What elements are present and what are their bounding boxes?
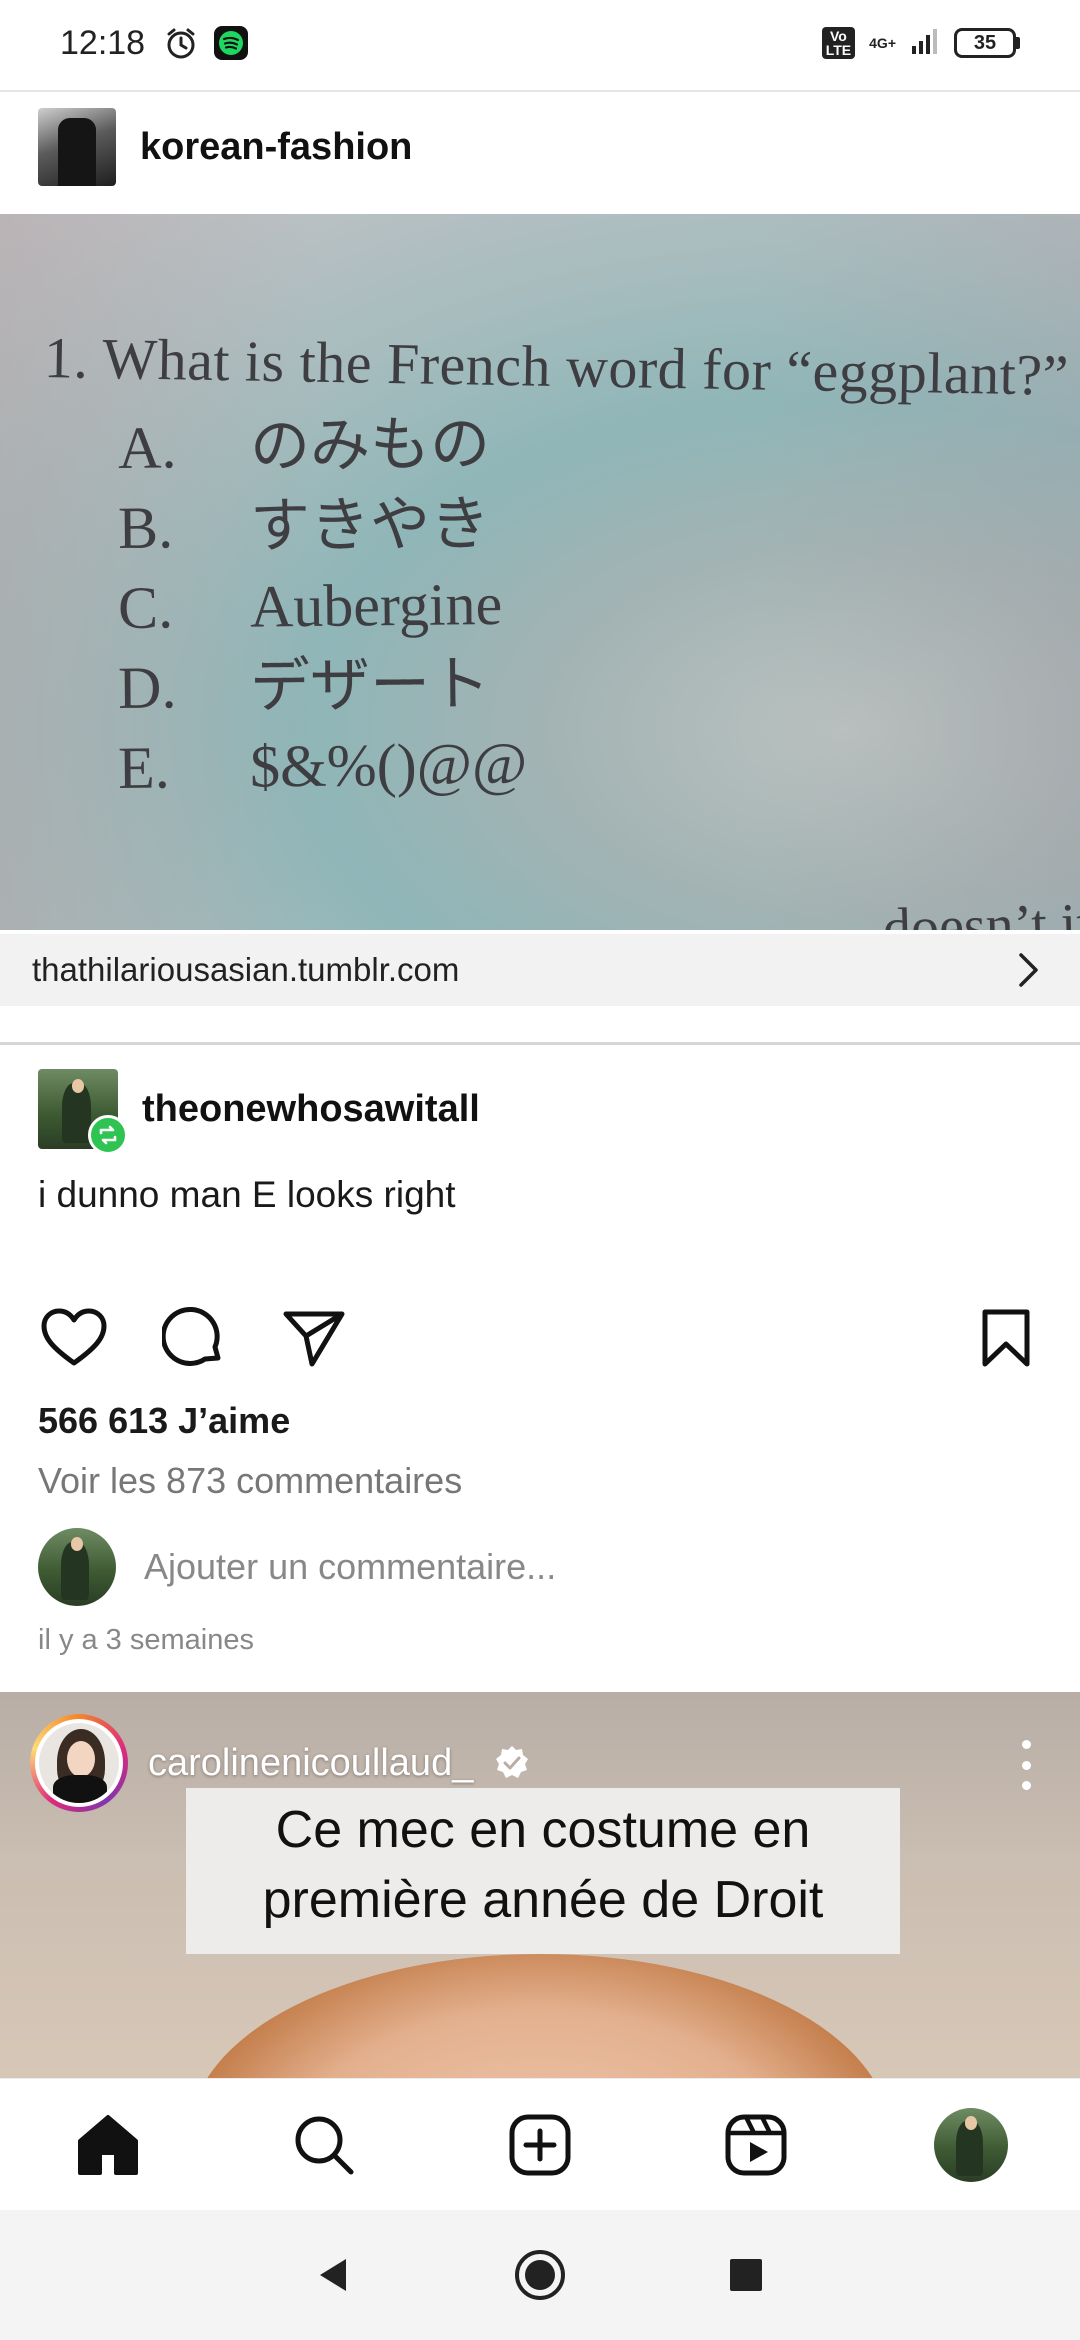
volte-indicator: Vo LTE bbox=[821, 27, 856, 59]
system-nav bbox=[0, 2210, 1080, 2340]
option-text: デザート bbox=[249, 651, 491, 720]
quiz-option: E. $&%()@@ bbox=[118, 718, 1070, 808]
add-comment-row[interactable]: Ajouter un commentaire... bbox=[38, 1528, 556, 1606]
quiz-question: 1. What is the French word for “eggplant… bbox=[43, 325, 1070, 408]
quiz-option: A. のみもの bbox=[118, 398, 1070, 488]
view-comments-link[interactable]: Voir les 873 commentaires bbox=[38, 1460, 462, 1502]
avatar bbox=[39, 1723, 119, 1803]
quiz-options: A. のみもの B. すきやき C. Aubergine D. デザート E. $&%()… bbox=[118, 403, 1069, 803]
reel-post[interactable]: Ce mec en costume en première année de D… bbox=[0, 1692, 1080, 2078]
reel-caption: Ce mec en costume en première année de D… bbox=[186, 1788, 900, 1954]
reel-header[interactable]: carolinenicoullaud_ bbox=[30, 1714, 531, 1812]
status-divider bbox=[0, 90, 1080, 92]
likes-count[interactable]: 566 613 J’aime bbox=[38, 1400, 290, 1442]
home-circle-icon[interactable] bbox=[512, 2247, 568, 2303]
alarm-icon bbox=[163, 25, 199, 61]
caption-line: première année de Droit bbox=[262, 1871, 824, 1929]
link-url[interactable]: thathilariousasian.tumblr.com bbox=[32, 951, 459, 989]
quiz-option: B. すきやき bbox=[118, 478, 1070, 568]
post-image[interactable]: 1. What is the French word for “eggplant… bbox=[0, 214, 1080, 930]
reel-video-frame bbox=[190, 1954, 890, 2078]
post-header[interactable]: korean-fashion bbox=[38, 106, 412, 188]
more-vertical-icon[interactable] bbox=[1016, 1740, 1036, 1790]
status-right-icons: Vo LTE 4G+ 35 bbox=[821, 26, 1020, 61]
post-actions bbox=[38, 1302, 1042, 1374]
option-letter: C. bbox=[117, 574, 174, 641]
reblog-header[interactable]: theonewhosawitall bbox=[38, 1068, 480, 1155]
back-icon[interactable] bbox=[306, 2247, 362, 2303]
verified-badge-icon bbox=[493, 1744, 531, 1782]
battery-icon: 35 bbox=[954, 28, 1020, 58]
section-divider bbox=[0, 1042, 1080, 1045]
option-text: のみもの bbox=[249, 411, 491, 480]
heart-icon[interactable] bbox=[38, 1302, 110, 1374]
option-text: Aubergine bbox=[249, 570, 503, 640]
option-letter: D. bbox=[117, 654, 177, 721]
reels-icon[interactable] bbox=[718, 2107, 794, 2183]
reel-username[interactable]: carolinenicoullaud_ bbox=[148, 1742, 473, 1785]
post-timestamp: il y a 3 semaines bbox=[38, 1624, 254, 1656]
option-text: $&%()@@ bbox=[249, 730, 528, 800]
bottom-nav bbox=[0, 2078, 1080, 2210]
avatar[interactable] bbox=[38, 1069, 128, 1155]
bookmark-icon[interactable] bbox=[970, 1302, 1042, 1374]
quiz-option: C. Aubergine bbox=[118, 558, 1070, 648]
comment-input[interactable]: Ajouter un commentaire... bbox=[144, 1546, 556, 1588]
avatar bbox=[38, 1528, 116, 1606]
search-icon[interactable] bbox=[286, 2107, 362, 2183]
status-time: 12:18 bbox=[60, 23, 146, 62]
network-type: 4G+ bbox=[869, 35, 896, 51]
reblog-icon bbox=[88, 1115, 128, 1155]
home-icon[interactable] bbox=[70, 2107, 146, 2183]
send-icon[interactable] bbox=[278, 1302, 350, 1374]
link-bar[interactable]: thathilariousasian.tumblr.com bbox=[0, 934, 1080, 1006]
quiz-content: 1. What is the French word for “eggplant… bbox=[43, 324, 1070, 803]
comment-icon[interactable] bbox=[158, 1302, 230, 1374]
quiz-partial-text: doesn’t it bbox=[882, 892, 1080, 930]
status-left-icons bbox=[163, 25, 249, 61]
reblog-username[interactable]: theonewhosawitall bbox=[142, 1088, 480, 1131]
signal-icon bbox=[910, 26, 940, 61]
option-text: すきやき bbox=[249, 491, 491, 560]
create-icon[interactable] bbox=[502, 2107, 578, 2183]
spotify-icon bbox=[213, 25, 249, 61]
reblog-comment: i dunno man E looks right bbox=[38, 1174, 456, 1215]
option-letter: E. bbox=[117, 734, 171, 801]
option-letter: B. bbox=[117, 494, 174, 561]
chevron-right-icon[interactable] bbox=[1008, 950, 1048, 990]
story-ring[interactable] bbox=[30, 1714, 128, 1812]
profile-avatar[interactable] bbox=[934, 2107, 1008, 2182]
avatar[interactable] bbox=[38, 108, 116, 186]
recents-icon[interactable] bbox=[718, 2247, 774, 2303]
option-letter: A. bbox=[117, 414, 177, 481]
status-bar: 12:18 Vo LTE 4G+ 35 bbox=[0, 0, 1080, 86]
quiz-option: D. デザート bbox=[118, 638, 1070, 728]
post-username[interactable]: korean-fashion bbox=[140, 126, 412, 169]
battery-level: 35 bbox=[973, 31, 997, 54]
